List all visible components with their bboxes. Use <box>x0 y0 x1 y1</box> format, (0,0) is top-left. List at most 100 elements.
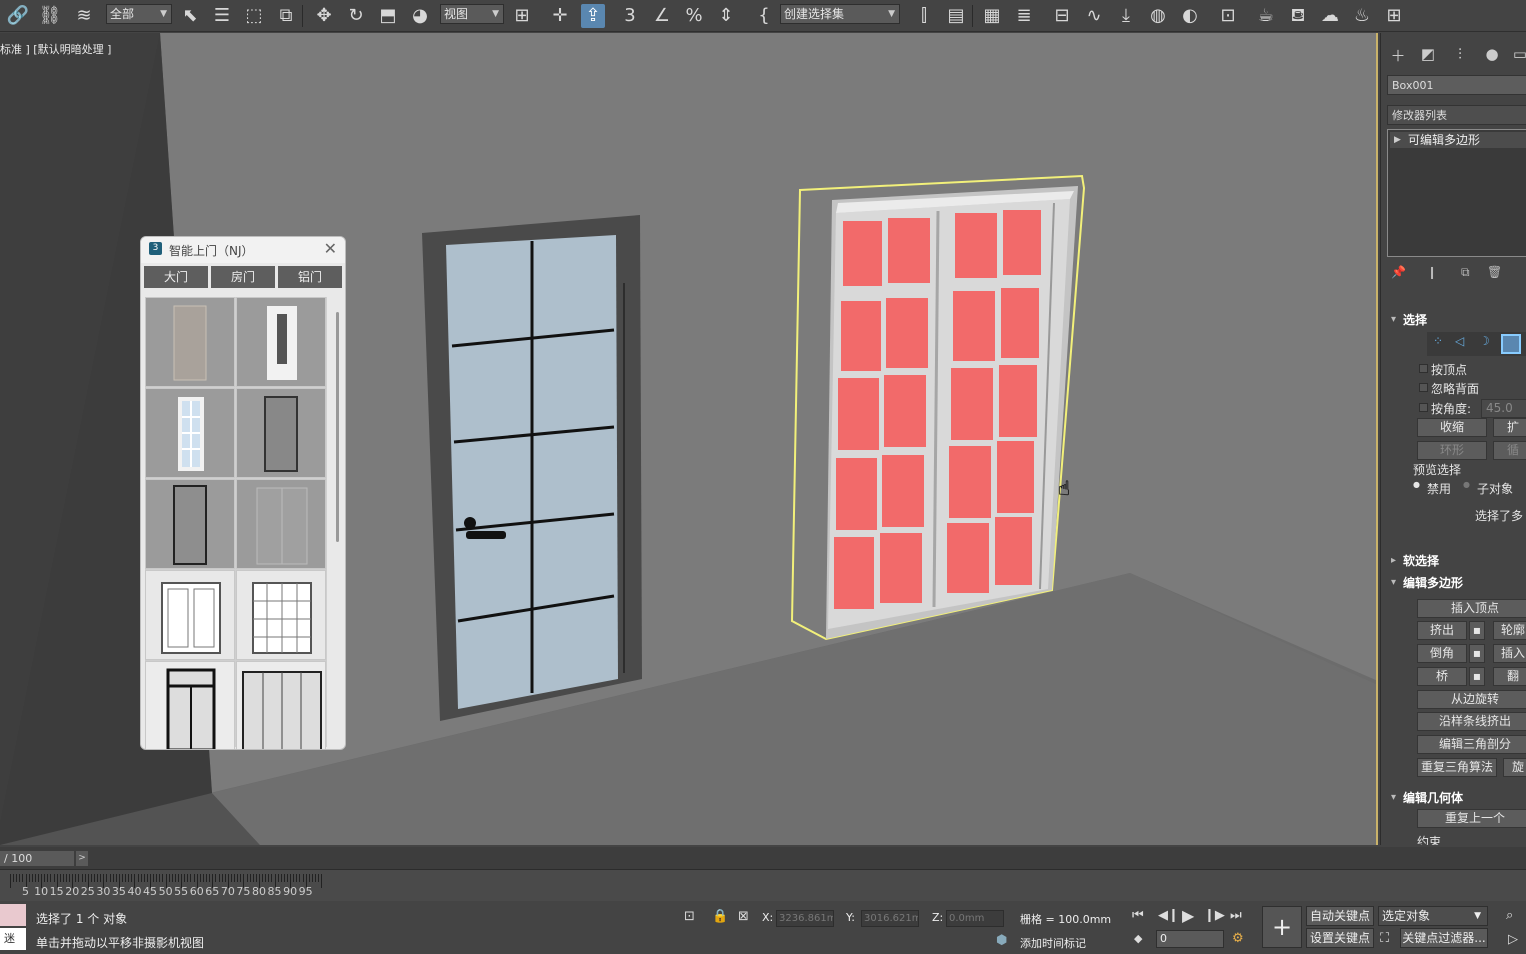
scene-explorer-icon[interactable]: ▦ <box>980 4 1004 28</box>
schematic-view-icon[interactable]: ⤓ <box>1114 4 1138 28</box>
perspective-viewport[interactable]: ☝ 标准 ] [默认明暗处理 ] 3 智能上门（NJ） ✕ 大门 房门 铝门 <box>0 33 1378 845</box>
key-target-dropdown[interactable]: 选定对象 ▼ <box>1378 906 1488 926</box>
door-thumbnail[interactable] <box>236 570 326 660</box>
toggle-ribbon-icon[interactable]: ⊟ <box>1050 4 1074 28</box>
modify-tab-icon[interactable]: ◩ <box>1417 45 1439 65</box>
move-icon[interactable]: ✥ <box>312 4 336 28</box>
display-tab-icon[interactable]: ▭ <box>1509 45 1526 65</box>
go-to-start-icon[interactable]: ⏮ <box>1132 908 1144 923</box>
vertex-mode-icon[interactable]: ⁘ <box>1433 334 1443 348</box>
keyboard-shortcut-toggle-icon[interactable]: ⇪ <box>581 4 605 28</box>
time-config-icon[interactable]: ⚙ <box>1232 931 1244 946</box>
ref-coord-dropdown[interactable]: 视图 ▼ <box>440 4 504 24</box>
bevel-button[interactable]: 倒角 <box>1417 644 1467 663</box>
pin-stack-icon[interactable]: 📌 <box>1391 265 1406 279</box>
material-editor-icon[interactable]: ◍ <box>1146 4 1170 28</box>
key-filter-icon[interactable]: ⛶ <box>1380 931 1389 946</box>
extrude-along-spline-button[interactable]: 沿样条线挤出 <box>1417 712 1526 731</box>
time-slider[interactable]: / 100 <box>0 851 74 866</box>
create-tab-icon[interactable]: ＋ <box>1387 45 1409 65</box>
edit-named-selection-icon[interactable]: { <box>752 4 776 28</box>
spinner-snap-icon[interactable]: ⇕ <box>714 4 738 28</box>
grow-button[interactable]: 扩 <box>1493 418 1526 437</box>
object-name-field[interactable]: Box001 <box>1387 75 1526 95</box>
link-icon[interactable]: 🔗 <box>6 4 30 28</box>
edit-triangulation-button[interactable]: 编辑三角剖分 <box>1417 735 1526 754</box>
viewport-label[interactable]: 标准 ] [默认明暗处理 ] <box>0 41 111 57</box>
loop-button[interactable]: 循 <box>1493 441 1526 460</box>
zoom-icon[interactable]: ⌕ <box>1506 908 1513 923</box>
previous-frame-icon[interactable]: ◀❙ <box>1158 908 1179 923</box>
rollout-edit-geometry[interactable]: 编辑几何体 <box>1387 788 1526 808</box>
hierarchy-tab-icon[interactable]: ⫶ <box>1449 45 1471 65</box>
rotate-icon[interactable]: ↻ <box>344 4 368 28</box>
turn-button[interactable]: 旋 <box>1503 758 1526 777</box>
x-coordinate-field[interactable]: 3236.861m <box>776 910 834 927</box>
tab-aluminum-door[interactable]: 铝门 <box>278 266 342 288</box>
door-thumbnail[interactable] <box>236 661 326 749</box>
unlink-icon[interactable]: ⛓ <box>38 4 62 28</box>
snap-toggle-icon[interactable]: 3 <box>618 4 642 28</box>
tab-main-door[interactable]: 大门 <box>144 266 208 288</box>
auto-key-button[interactable]: 自动关键点 <box>1306 906 1374 926</box>
angle-spinner[interactable]: 45.0 <box>1481 399 1526 418</box>
repeat-last-button[interactable]: 重复上一个 <box>1417 809 1526 828</box>
select-manipulate-icon[interactable]: ✛ <box>548 4 572 28</box>
door-thumbnail[interactable] <box>145 388 235 478</box>
time-tag-icon[interactable]: ⬢ <box>996 933 1007 948</box>
hinge-from-edge-button[interactable]: 从边旋转 <box>1417 690 1526 709</box>
next-frame-icon[interactable]: > <box>76 851 88 866</box>
render-online-icon[interactable]: ♨ <box>1350 4 1374 28</box>
door-thumbnail[interactable] <box>236 297 326 387</box>
outline-button[interactable]: 轮廓 <box>1493 621 1526 640</box>
rect-selection-icon[interactable]: ⬚ <box>242 4 266 28</box>
key-filters-button[interactable]: 关键点过滤器... <box>1400 928 1488 948</box>
rendered-frame-icon[interactable]: ☕ <box>1254 4 1278 28</box>
render-setup-icon[interactable]: ⊡ <box>1216 4 1240 28</box>
select-object-icon[interactable]: ⬉ <box>178 4 202 28</box>
named-selection-set-dropdown[interactable]: 创建选择集 ▼ <box>780 4 900 24</box>
motion-tab-icon[interactable]: ● <box>1481 45 1503 65</box>
shrink-button[interactable]: 收缩 <box>1417 418 1487 437</box>
play-icon[interactable]: ▶ <box>1182 906 1194 925</box>
percent-snap-icon[interactable]: % <box>682 4 706 28</box>
close-icon[interactable]: ✕ <box>324 239 337 258</box>
track-bar[interactable]: 5 10 15 20 25 30 35 40 45 50 55 60 65 70 75 80 85 90 95 <box>0 869 1526 901</box>
key-mode-icon[interactable]: ◆ <box>1134 932 1142 945</box>
door-thumbnail[interactable] <box>145 297 235 387</box>
rollout-selection[interactable]: 选择 <box>1387 310 1526 330</box>
make-unique-icon[interactable]: ⧉ <box>1461 265 1470 280</box>
render-iterative-icon[interactable]: ☁ <box>1318 4 1342 28</box>
preview-subobj-radio[interactable]: ● <box>1463 480 1470 489</box>
door-thumbnail[interactable] <box>145 570 235 660</box>
ignore-backfacing-checkbox[interactable] <box>1419 383 1428 392</box>
insert-vertex-button[interactable]: 插入顶点 <box>1417 599 1526 618</box>
border-mode-icon[interactable]: ☽ <box>1479 334 1490 348</box>
selection-filter-dropdown[interactable]: 全部 ▼ <box>106 4 172 24</box>
slate-material-icon[interactable]: ◐ <box>1178 4 1202 28</box>
by-angle-checkbox[interactable] <box>1419 403 1428 412</box>
y-coordinate-field[interactable]: 3016.621m <box>861 910 919 927</box>
next-frame-button-icon[interactable]: ❙▶ <box>1204 908 1225 923</box>
show-end-result-icon[interactable]: ❙ <box>1427 265 1437 279</box>
lock-selection-icon[interactable]: 🔒 <box>712 909 728 924</box>
edge-mode-icon[interactable]: ◁ <box>1455 334 1464 348</box>
single-door-model[interactable] <box>422 215 642 721</box>
tab-room-door[interactable]: 房门 <box>211 266 275 288</box>
rollout-edit-polygons[interactable]: 编辑多边形 <box>1387 573 1526 593</box>
add-time-tag-text[interactable]: 添加时间标记 <box>1020 935 1086 951</box>
z-coordinate-field[interactable]: 0.0mm <box>946 910 1004 927</box>
flip-button[interactable]: 翻 <box>1493 667 1526 686</box>
align-icon[interactable]: ▤ <box>944 4 968 28</box>
stack-item-editable-poly[interactable]: ▶ 可编辑多边形 <box>1390 132 1526 148</box>
double-door-model[interactable] <box>790 174 1086 641</box>
bevel-settings-icon[interactable]: ▪ <box>1469 644 1485 663</box>
grid-settings-icon[interactable]: ⊞ <box>1382 4 1406 28</box>
retriangulate-button[interactable]: 重复三角算法 <box>1417 758 1497 777</box>
plugin-scrollbar[interactable] <box>336 312 339 542</box>
window-crossing-icon[interactable]: ⧉ <box>274 4 298 28</box>
layer-explorer-icon[interactable]: ≣ <box>1012 4 1036 28</box>
pan-icon[interactable]: ▷ <box>1508 932 1518 947</box>
maxscript-mini-listener[interactable]: 迷 <box>0 904 26 952</box>
extrude-settings-icon[interactable]: ▪ <box>1469 621 1485 640</box>
